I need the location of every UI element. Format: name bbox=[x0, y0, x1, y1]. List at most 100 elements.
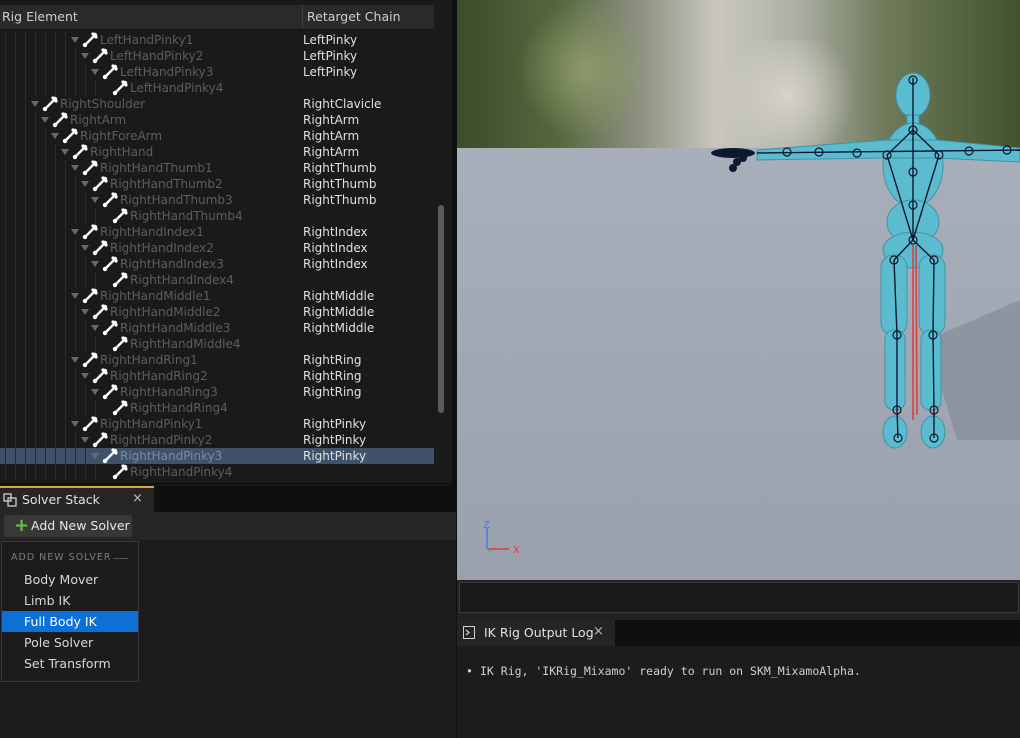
bone-name: RightHandRing3 bbox=[120, 385, 218, 399]
close-icon[interactable]: × bbox=[132, 491, 143, 506]
tree-row[interactable]: RightHandRing3 RightRing bbox=[0, 384, 434, 400]
column-header-retarget-chain[interactable]: Retarget Chain bbox=[307, 5, 401, 29]
bone-icon bbox=[72, 144, 88, 160]
menu-item-full-body-ik[interactable]: Full Body IK bbox=[2, 611, 138, 632]
column-header-rig-element[interactable]: Rig Element bbox=[2, 5, 78, 29]
tree-row[interactable]: LeftHandPinky4 bbox=[0, 80, 434, 96]
tree-row[interactable]: RightHandMiddle4 bbox=[0, 336, 434, 352]
tree-row[interactable]: RightHandThumb3 RightThumb bbox=[0, 192, 434, 208]
expand-arrow-icon[interactable] bbox=[91, 325, 99, 331]
tree-row[interactable]: RightHandIndex1 RightIndex bbox=[0, 224, 434, 240]
retarget-chain-name: RightMiddle bbox=[303, 289, 375, 303]
menu-item-label: Set Transform bbox=[24, 656, 111, 671]
menu-item-pole-solver[interactable]: Pole Solver bbox=[2, 632, 138, 653]
tree-row[interactable]: RightForeArm RightArm bbox=[0, 128, 434, 144]
expand-arrow-icon[interactable] bbox=[41, 117, 49, 123]
expand-arrow-icon[interactable] bbox=[81, 181, 89, 187]
column-divider[interactable] bbox=[302, 5, 303, 29]
tree-row[interactable]: RightHandIndex4 bbox=[0, 272, 434, 288]
tree-row[interactable]: RightHandMiddle2 RightMiddle bbox=[0, 304, 434, 320]
expand-arrow-icon[interactable] bbox=[91, 453, 99, 459]
bone-icon bbox=[92, 368, 108, 384]
expand-arrow-icon[interactable] bbox=[81, 53, 89, 59]
retarget-chain-name: RightPinky bbox=[303, 433, 367, 447]
expand-arrow-icon[interactable] bbox=[81, 245, 89, 251]
bone-name: RightHandMiddle3 bbox=[120, 321, 231, 335]
expand-arrow-icon[interactable] bbox=[71, 357, 79, 363]
expand-arrow-icon[interactable] bbox=[71, 229, 79, 235]
viewport-status-bar bbox=[459, 582, 1019, 613]
tree-row[interactable]: RightHandIndex3 RightIndex bbox=[0, 256, 434, 272]
bone-name: LeftHandPinky2 bbox=[110, 49, 204, 63]
bone-icon bbox=[102, 192, 118, 208]
retarget-chain-name: RightArm bbox=[303, 113, 360, 127]
retarget-chain-name: RightMiddle bbox=[303, 305, 375, 319]
expand-arrow-icon[interactable] bbox=[71, 37, 79, 43]
tree-row[interactable]: RightHandPinky2 RightPinky bbox=[0, 432, 434, 448]
tree-row[interactable]: RightHandMiddle1 RightMiddle bbox=[0, 288, 434, 304]
bone-name: RightHandMiddle1 bbox=[100, 289, 211, 303]
add-new-solver-button[interactable]: + Add New Solver bbox=[4, 515, 132, 537]
expand-arrow-icon[interactable] bbox=[91, 389, 99, 395]
tree-row[interactable]: RightHandIndex2 RightIndex bbox=[0, 240, 434, 256]
tree-row[interactable]: RightHandThumb2 RightThumb bbox=[0, 176, 434, 192]
tree-row[interactable]: RightHandThumb4 bbox=[0, 208, 434, 224]
bone-name: RightHandPinky2 bbox=[110, 433, 213, 447]
expand-arrow-icon[interactable] bbox=[81, 373, 89, 379]
retarget-chain-name: LeftPinky bbox=[303, 49, 358, 63]
menu-item-limb-ik[interactable]: Limb IK bbox=[2, 590, 138, 611]
expand-arrow-icon[interactable] bbox=[71, 293, 79, 299]
bone-name: RightHandPinky4 bbox=[130, 465, 233, 479]
tree-row[interactable]: RightHandThumb1 RightThumb bbox=[0, 160, 434, 176]
retarget-chain-name: RightArm bbox=[303, 129, 360, 143]
expand-arrow-icon[interactable] bbox=[71, 421, 79, 427]
tree-row[interactable]: RightHand RightArm bbox=[0, 144, 434, 160]
expand-arrow-icon[interactable] bbox=[61, 149, 69, 155]
expand-arrow-icon[interactable] bbox=[91, 261, 99, 267]
tree-row[interactable]: LeftHandPinky3 LeftPinky bbox=[0, 64, 434, 80]
expand-arrow-icon[interactable] bbox=[91, 197, 99, 203]
expand-arrow-icon[interactable] bbox=[81, 309, 89, 315]
tree-row[interactable]: RightHandRing2 RightRing bbox=[0, 368, 434, 384]
output-log-body: • IK Rig, 'IKRig_Mixamo' ready to run on… bbox=[457, 646, 1020, 738]
bone-name: RightArm bbox=[70, 113, 127, 127]
bone-icon bbox=[42, 96, 58, 112]
retarget-chain-name: RightArm bbox=[303, 145, 360, 159]
bullet-icon: • bbox=[466, 664, 473, 678]
tree-row[interactable]: RightHandRing1 RightRing bbox=[0, 352, 434, 368]
retarget-chain-name: RightPinky bbox=[303, 449, 367, 463]
tree-row[interactable]: RightHandMiddle3 RightMiddle bbox=[0, 320, 434, 336]
expand-arrow-icon[interactable] bbox=[31, 101, 39, 107]
expand-arrow-icon[interactable] bbox=[51, 133, 59, 139]
menu-item-set-transform[interactable]: Set Transform bbox=[2, 653, 138, 674]
bone-icon bbox=[112, 208, 128, 224]
bone-icon bbox=[82, 160, 98, 176]
tree-row[interactable]: RightHandPinky1 RightPinky bbox=[0, 416, 434, 432]
close-icon[interactable]: × bbox=[593, 624, 604, 639]
mannequin-character[interactable] bbox=[457, 0, 1020, 580]
tree-row[interactable]: RightHandRing4 bbox=[0, 400, 434, 416]
tree-row[interactable]: LeftHandPinky1 LeftPinky bbox=[0, 32, 434, 48]
retarget-chain-name: LeftPinky bbox=[303, 65, 358, 79]
expand-arrow-icon[interactable] bbox=[81, 437, 89, 443]
expand-arrow-icon[interactable] bbox=[91, 69, 99, 75]
plus-icon: + bbox=[14, 515, 30, 536]
bone-icon bbox=[112, 80, 128, 96]
tree-row[interactable]: RightArm RightArm bbox=[0, 112, 434, 128]
retarget-chain-name: RightRing bbox=[303, 385, 362, 399]
tree-row[interactable]: LeftHandPinky2 LeftPinky bbox=[0, 48, 434, 64]
hierarchy-scrollbar-thumb[interactable] bbox=[438, 205, 444, 413]
expand-arrow-icon[interactable] bbox=[71, 165, 79, 171]
log-message: • IK Rig, 'IKRig_Mixamo' ready to run on… bbox=[466, 664, 861, 678]
bone-icon bbox=[102, 256, 118, 272]
tree-row[interactable]: RightHandPinky4 bbox=[0, 464, 434, 480]
bone-name: RightHandMiddle2 bbox=[110, 305, 221, 319]
3d-viewport[interactable]: Z X bbox=[457, 0, 1020, 580]
tab-ik-rig-output-log[interactable]: IK Rig Output Log × bbox=[457, 620, 615, 646]
menu-item-body-mover[interactable]: Body Mover bbox=[2, 569, 138, 590]
bone-icon bbox=[82, 352, 98, 368]
tree-row[interactable]: RightShoulder RightClavicle bbox=[0, 96, 434, 112]
tab-solver-stack[interactable]: Solver Stack × bbox=[0, 486, 154, 512]
tree-row[interactable]: RightHandPinky3 RightPinky bbox=[0, 448, 434, 464]
bone-name: RightHandIndex4 bbox=[130, 273, 234, 287]
